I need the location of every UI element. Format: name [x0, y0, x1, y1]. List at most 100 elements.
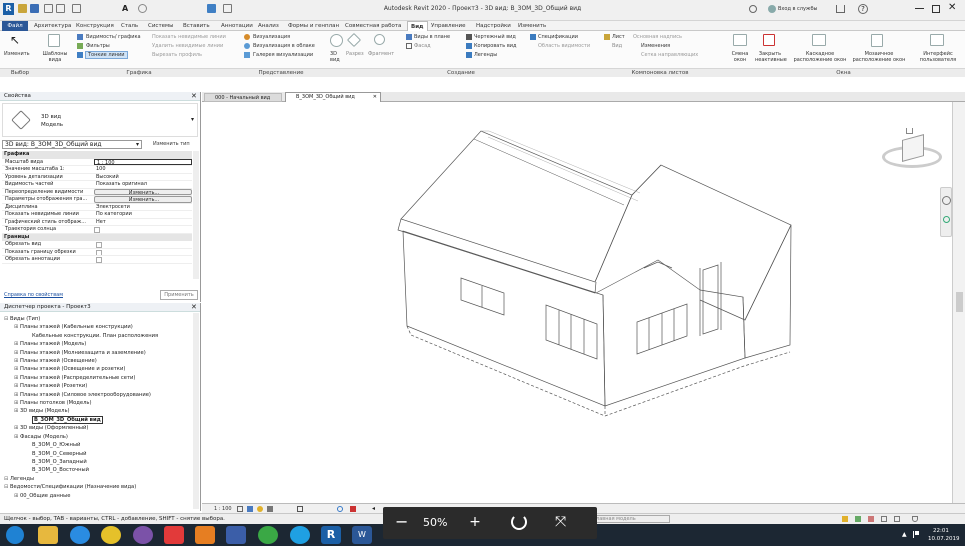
maximize-button[interactable]: [932, 5, 940, 13]
property-value[interactable]: 1 : 100: [94, 158, 192, 165]
signin-button[interactable]: Вход в службы: [778, 6, 817, 12]
zoom-tool-icon[interactable]: [943, 216, 950, 223]
cart-icon[interactable]: [836, 5, 845, 13]
tree-item[interactable]: В_3ОМ_3D_Общий вид: [4, 415, 190, 424]
property-value[interactable]: 100: [94, 166, 192, 173]
property-row[interactable]: Дисциплина Электросети: [2, 204, 192, 211]
remove-hidden-lines-button[interactable]: Удалить невидимые линии: [152, 43, 223, 49]
modify-button[interactable]: Изменить: [4, 51, 30, 57]
guide-grid-button[interactable]: Сетка направляющих: [641, 52, 698, 58]
tab-modify[interactable]: Изменить: [515, 21, 549, 31]
rotate-icon[interactable]: [511, 514, 527, 530]
user-icon[interactable]: [768, 5, 776, 13]
close-inactive-icon[interactable]: [763, 34, 775, 46]
tab-addins[interactable]: Надстройки: [473, 21, 514, 31]
view-tab-close-icon[interactable]: ✕: [373, 93, 377, 102]
sun-path-icon[interactable]: [257, 506, 263, 512]
callout-icon[interactable]: [374, 34, 385, 45]
3d-viewport[interactable]: [202, 102, 952, 503]
section-graphics[interactable]: Графика: [2, 151, 192, 159]
modify-arrow-icon[interactable]: ↖: [10, 34, 22, 48]
filter-icon[interactable]: [912, 516, 918, 522]
section-icon[interactable]: [346, 32, 362, 48]
property-checkbox[interactable]: [96, 242, 102, 248]
property-row[interactable]: Показать невидимые линии По категории: [2, 211, 192, 219]
tile-views-button[interactable]: Мозаичное расположение окон: [850, 51, 908, 63]
scope-box-button[interactable]: Область видимости: [538, 43, 590, 49]
instance-selector[interactable]: 3D вид: В_3ОМ_3D_Общий вид ▾: [2, 140, 142, 149]
cloud-render-button[interactable]: Визуализация в облаке: [253, 43, 315, 49]
tab-view[interactable]: Вид: [407, 21, 428, 31]
tree-item[interactable]: В_3ОМ_О_Восточный: [4, 466, 190, 474]
schedules-button[interactable]: Спецификации: [538, 34, 578, 40]
properties-scrollbar[interactable]: [193, 151, 199, 279]
show-hidden-lines-button[interactable]: Показать невидимые линии: [152, 34, 226, 40]
section-button[interactable]: Разрез: [346, 51, 364, 57]
property-value[interactable]: По категории: [94, 211, 192, 218]
tray-up-icon[interactable]: ▲: [902, 531, 907, 538]
render-gallery-button[interactable]: Галерея визуализации: [253, 52, 313, 58]
tab-insert[interactable]: Вставить: [180, 21, 213, 31]
sun-path-checkbox[interactable]: [94, 227, 100, 233]
property-row[interactable]: Параметры отображения гра... Изменить...: [2, 196, 192, 204]
viber-taskbar-icon[interactable]: [133, 526, 153, 544]
revit-taskbar-icon[interactable]: R: [321, 526, 341, 544]
home-view-icon[interactable]: [906, 128, 913, 134]
user-interface-button[interactable]: Интерфейс пользователя: [916, 51, 960, 63]
property-row[interactable]: Обрезать вид: [2, 241, 192, 249]
property-value[interactable]: Электросети: [94, 204, 192, 211]
select-underlay-icon[interactable]: [855, 516, 861, 522]
tab-file[interactable]: Файл: [2, 21, 28, 31]
type-dropdown-icon[interactable]: ▾: [191, 116, 194, 123]
switch-windows-icon[interactable]: [733, 34, 747, 46]
scroll-thumb[interactable]: [956, 292, 963, 312]
property-row[interactable]: Видимость частей Показать оригинал: [2, 181, 192, 189]
section-bounds[interactable]: Границы: [2, 233, 192, 241]
fullscreen-icon[interactable]: ⤧: [555, 513, 566, 531]
view-tab-active[interactable]: В_3ОМ_3D_Общий вид ✕: [285, 92, 381, 102]
property-value[interactable]: Нет: [94, 219, 192, 226]
render-button[interactable]: Визуализация: [253, 34, 290, 40]
tab-manage[interactable]: Управление: [428, 21, 469, 31]
browser-scrollbar[interactable]: [193, 313, 199, 509]
3d-view-button[interactable]: 3D вид: [330, 51, 344, 63]
tree-item[interactable]: ⊞ Планы этажей (Кабельные конструкции): [4, 323, 190, 331]
skype-taskbar-icon[interactable]: [290, 526, 310, 544]
zoom-in-button[interactable]: +: [469, 511, 481, 533]
reveal-hidden-icon[interactable]: [350, 506, 356, 512]
explorer-taskbar-icon[interactable]: [38, 526, 58, 544]
property-row[interactable]: Масштаб вида 1 : 100: [2, 158, 192, 166]
help-icon[interactable]: ?: [858, 4, 868, 14]
tree-item[interactable]: ⊞ Планы этажей (Освещение и розетки): [4, 365, 190, 373]
house-model[interactable]: [202, 102, 952, 503]
property-value[interactable]: Изменить...: [94, 188, 192, 195]
view-scale[interactable]: 1 : 100: [214, 506, 232, 512]
templates-icon[interactable]: [48, 34, 60, 47]
tab-steel[interactable]: Сталь: [118, 21, 141, 31]
viewctrl-expand-icon[interactable]: ◂: [372, 505, 375, 512]
tree-item[interactable]: ⊞ Планы этажей (Освещение): [4, 357, 190, 365]
view-tab-start[interactable]: 000 - Начальный вид: [204, 93, 282, 102]
tree-item[interactable]: ⊞ 00_Общие данные: [4, 492, 190, 500]
tree-item[interactable]: ⊟ Легенды: [4, 475, 190, 483]
property-value[interactable]: Показать оригинал: [94, 181, 192, 188]
3d-view-icon[interactable]: [330, 34, 343, 47]
thin-lines-button[interactable]: Тонкие линии: [85, 51, 128, 59]
clock-time[interactable]: 22:01: [933, 528, 949, 534]
property-row[interactable]: Показать границу обрезки: [2, 249, 192, 256]
view-cube[interactable]: [882, 128, 942, 174]
steering-wheel-icon[interactable]: [942, 196, 951, 205]
title-block-button[interactable]: Основная надпись: [633, 34, 682, 40]
select-face-icon[interactable]: [881, 516, 887, 522]
drag-elements-icon[interactable]: [894, 516, 900, 522]
tree-item[interactable]: ⊟ Ведомости/Спецификации (Назначение вид…: [4, 483, 190, 491]
user-interface-icon[interactable]: [930, 34, 944, 46]
tree-item[interactable]: ⊞ Планы этажей (Модель): [4, 340, 190, 348]
switch-windows-button[interactable]: Смена окон: [730, 51, 750, 63]
tab-massing[interactable]: Формы и генплан: [285, 21, 342, 31]
word-taskbar-icon[interactable]: W: [352, 526, 372, 544]
tree-item[interactable]: Кабельные конструкции. План расположения: [4, 332, 190, 340]
revisions-button[interactable]: Изменения: [641, 43, 670, 49]
clock-date[interactable]: 10.07.2019: [928, 536, 960, 542]
callout-button[interactable]: Фрагмент: [368, 51, 394, 57]
